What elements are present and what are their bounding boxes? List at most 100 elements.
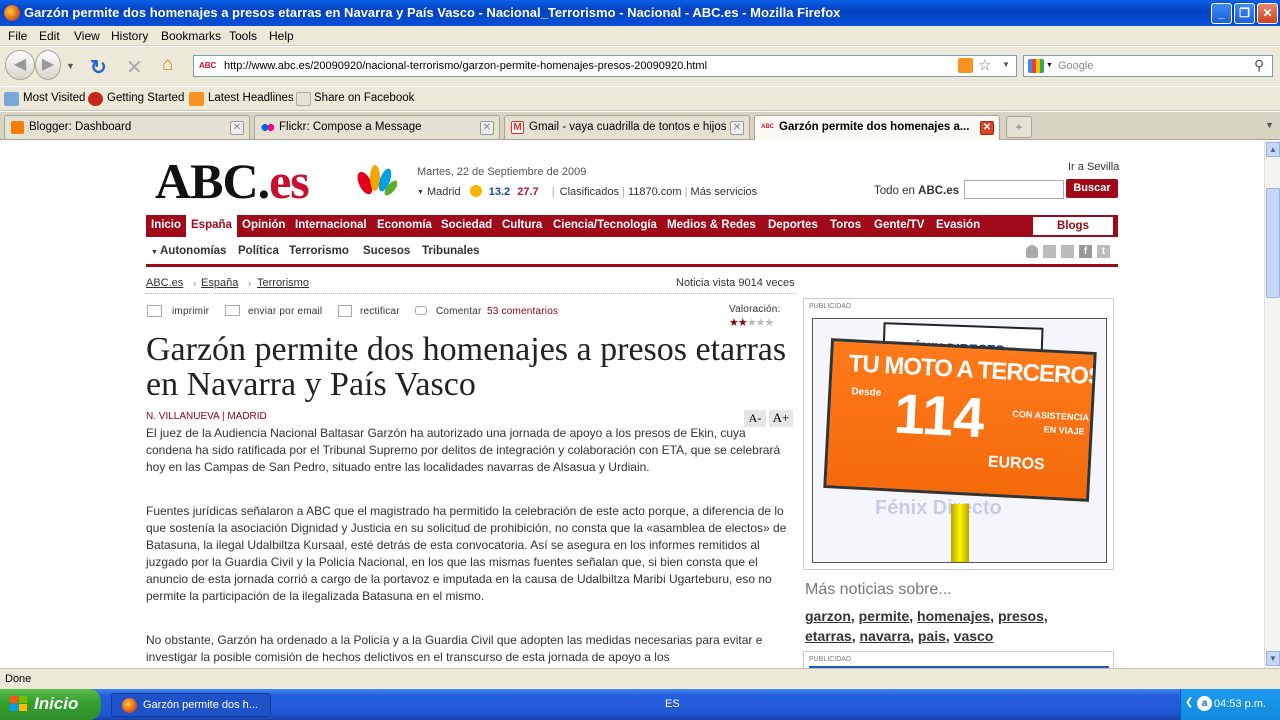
link-11870[interactable]: 11870.com xyxy=(628,186,682,198)
link-mas-servicios[interactable]: Más servicios xyxy=(691,186,758,198)
tool-imprimir[interactable]: imprimir xyxy=(172,306,209,317)
tag-link[interactable]: navarra xyxy=(859,628,910,644)
tab-abc-active[interactable]: ABC Garzón permite dos homenajes a... ✕ xyxy=(754,115,1000,140)
nav-opinion[interactable]: Opinión xyxy=(242,219,285,231)
tab-list-icon[interactable]: ▼ xyxy=(1265,120,1274,130)
nav-medios[interactable]: Medios & Redes xyxy=(667,219,756,231)
tag-link[interactable]: pais xyxy=(918,628,946,644)
rating-stars[interactable]: ★★★★★ xyxy=(729,316,775,329)
subnav-sucesos[interactable]: Sucesos xyxy=(363,245,410,257)
tab-blogger[interactable]: Blogger: Dashboard ✕ xyxy=(4,115,250,139)
bookmark-share-facebook[interactable]: Share on Facebook xyxy=(314,92,414,104)
link-clasificados[interactable]: Clasificados xyxy=(560,186,619,198)
email-icon[interactable] xyxy=(225,305,240,316)
rating-star-icon[interactable]: ★ xyxy=(747,317,757,329)
scroll-down-icon[interactable]: ▼ xyxy=(1266,651,1280,666)
subnav-terrorismo[interactable]: Terrorismo xyxy=(289,245,349,257)
print-icon[interactable] xyxy=(147,305,162,317)
subnav-tribunales[interactable]: Tribunales xyxy=(422,245,480,257)
bookmark-getting-started[interactable]: Getting Started xyxy=(107,92,184,104)
tag-link[interactable]: vasco xyxy=(954,628,994,644)
url-dropdown-icon[interactable]: ▼ xyxy=(1002,60,1010,69)
nav-inicio[interactable]: Inicio xyxy=(151,219,181,231)
subnav-politica[interactable]: Política xyxy=(238,245,279,257)
url-bar[interactable]: ABC http://www.abc.es/20090920/nacional-… xyxy=(193,55,1017,77)
breadcrumb-abc[interactable]: ABC.es xyxy=(146,277,183,289)
google-icon[interactable] xyxy=(1028,59,1044,73)
search-placeholder[interactable]: Google xyxy=(1058,60,1093,72)
nav-cultura[interactable]: Cultura xyxy=(502,219,542,231)
nav-espana[interactable]: España xyxy=(186,215,237,237)
stop-icon[interactable]: ✕ xyxy=(126,55,143,80)
clock[interactable]: 04:53 p.m. xyxy=(1214,698,1266,710)
breadcrumb-terrorismo[interactable]: Terrorismo xyxy=(257,277,309,289)
maximize-button[interactable]: ❐ xyxy=(1234,3,1255,24)
taskbar-firefox-task[interactable]: Garzón permite dos h... xyxy=(111,693,271,717)
breadcrumb-espana[interactable]: España xyxy=(201,277,238,289)
user-icon[interactable] xyxy=(1026,245,1038,258)
home-icon[interactable]: ⌂ xyxy=(162,54,173,76)
new-tab-button[interactable]: + xyxy=(1006,116,1032,138)
city-dropdown-icon[interactable]: ▼ xyxy=(417,189,424,196)
subnav-autonomias[interactable]: Autonomías xyxy=(160,245,226,257)
tab-close-icon[interactable]: ✕ xyxy=(230,121,244,135)
history-dropdown-icon[interactable]: ▼ xyxy=(66,61,75,71)
menu-help[interactable]: Help xyxy=(269,29,294,43)
start-button[interactable]: Inicio xyxy=(0,689,101,720)
tool-email[interactable]: enviar por email xyxy=(248,306,322,317)
download-icon[interactable] xyxy=(1061,245,1074,258)
tag-link[interactable]: presos xyxy=(998,608,1044,624)
scroll-thumb[interactable] xyxy=(1266,188,1280,298)
nav-sociedad[interactable]: Sociedad xyxy=(441,219,492,231)
tag-link[interactable]: etarras xyxy=(805,628,852,644)
buscar-button[interactable]: Buscar xyxy=(1066,179,1118,198)
menu-edit[interactable]: Edit xyxy=(39,29,60,43)
abc-logo[interactable]: ABC.es xyxy=(155,152,310,210)
tab-close-icon[interactable]: ✕ xyxy=(980,121,994,135)
tab-flickr[interactable]: Flickr: Compose a Message ✕ xyxy=(254,115,500,139)
ir-a-sevilla-link[interactable]: Ir a Sevilla xyxy=(1068,161,1119,173)
rating-star-icon[interactable]: ★ xyxy=(765,317,775,329)
site-search-input[interactable] xyxy=(964,180,1064,199)
nav-deportes[interactable]: Deportes xyxy=(768,219,818,231)
nav-internacional[interactable]: Internacional xyxy=(295,219,367,231)
menu-history[interactable]: History xyxy=(111,29,148,43)
tag-link[interactable]: homenajes xyxy=(917,608,990,624)
weather-city[interactable]: Madrid xyxy=(427,186,461,198)
rss-icon[interactable] xyxy=(958,58,973,73)
tray-arrow-icon[interactable]: ❮ xyxy=(1185,697,1193,708)
menu-bookmarks[interactable]: Bookmarks xyxy=(161,29,221,43)
language-indicator[interactable]: ES xyxy=(665,698,680,710)
nav-evasion[interactable]: Evasión xyxy=(936,219,980,231)
facebook-icon[interactable]: f xyxy=(1079,245,1092,258)
nav-toros[interactable]: Toros xyxy=(830,219,861,231)
menu-file[interactable]: File xyxy=(8,29,27,43)
edit-icon[interactable] xyxy=(338,305,352,317)
url-text[interactable]: http://www.abc.es/20090920/nacional-terr… xyxy=(224,60,707,72)
minimize-button[interactable]: _ xyxy=(1211,3,1232,24)
tab-gmail[interactable]: M Gmail - vaya cuadrilla de tontos e hij… xyxy=(504,115,750,139)
nav-blogs[interactable]: Blogs xyxy=(1033,217,1113,235)
tool-comentar[interactable]: Comentar xyxy=(436,306,482,317)
nav-gente[interactable]: Gente/TV xyxy=(874,219,924,231)
bookmark-latest-headlines[interactable]: Latest Headlines xyxy=(208,92,294,104)
reload-icon[interactable]: ↻ xyxy=(90,55,107,80)
ad-banner[interactable]: Fénix Directo FÉNIX DIRECTO TU MOTO A TE… xyxy=(812,318,1107,563)
rating-star-icon[interactable]: ★ xyxy=(738,317,748,329)
tab-close-icon[interactable]: ✕ xyxy=(730,121,744,135)
bookmark-most-visited[interactable]: Most Visited xyxy=(23,92,85,104)
rating-star-icon[interactable]: ★ xyxy=(729,317,739,329)
bookmark-star-icon[interactable]: ☆ xyxy=(978,56,991,74)
back-button[interactable]: ◀ xyxy=(5,50,35,80)
scroll-up-icon[interactable]: ▲ xyxy=(1266,142,1280,157)
rating-star-icon[interactable]: ★ xyxy=(756,317,766,329)
comments-count[interactable]: 53 comentarios xyxy=(487,306,558,317)
search-icon[interactable]: ⚲ xyxy=(1254,57,1264,74)
comment-icon[interactable] xyxy=(415,306,427,315)
menu-view[interactable]: View xyxy=(74,29,100,43)
search-box[interactable]: ▼ Google ⚲ xyxy=(1023,55,1273,77)
tray-app-icon[interactable]: a xyxy=(1197,696,1212,711)
tag-link[interactable]: garzon xyxy=(805,608,851,624)
nav-ciencia[interactable]: Ciencia/Tecnología xyxy=(553,219,657,231)
tag-link[interactable]: permite xyxy=(859,608,910,624)
